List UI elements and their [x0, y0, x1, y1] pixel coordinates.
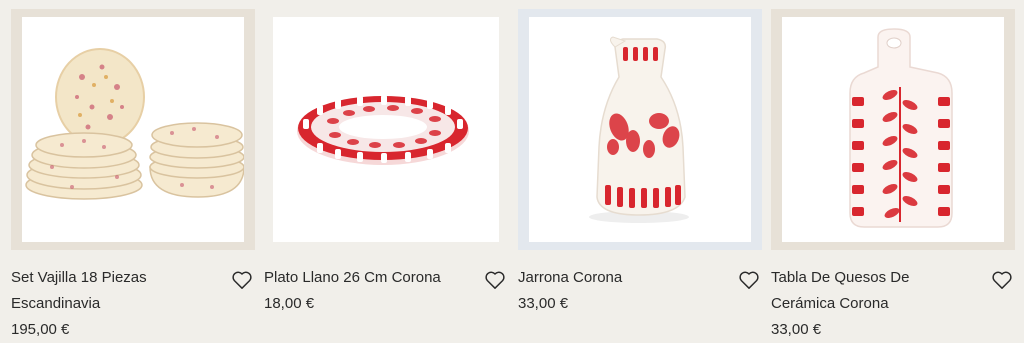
- product-title[interactable]: Jarrona Corona: [518, 265, 723, 291]
- product-image[interactable]: [529, 17, 751, 242]
- wishlist-heart-icon[interactable]: [991, 270, 1013, 290]
- heart-icon: [992, 271, 1012, 289]
- product-image-frame[interactable]: [264, 9, 508, 250]
- wishlist-heart-icon[interactable]: [738, 270, 760, 290]
- product-price: 33,00 €: [518, 295, 569, 312]
- product-image[interactable]: [273, 17, 499, 242]
- product-title[interactable]: Tabla De Quesos De Cerámica Corona: [771, 265, 976, 317]
- product-image-frame[interactable]: [771, 9, 1015, 250]
- cheese-board-image: [782, 17, 1004, 242]
- product-card[interactable]: Jarrona Corona 33,00 €: [518, 9, 762, 343]
- product-card[interactable]: Tabla De Quesos De Cerámica Corona 33,00…: [771, 9, 1015, 343]
- wishlist-heart-icon[interactable]: [231, 270, 253, 290]
- product-card[interactable]: Set Vajilla 18 Piezas Escandinavia 195,0…: [11, 9, 255, 343]
- product-title[interactable]: Plato Llano 26 Cm Corona: [264, 265, 469, 291]
- product-image[interactable]: [22, 17, 244, 242]
- product-grid: Set Vajilla 18 Piezas Escandinavia 195,0…: [0, 0, 1024, 343]
- product-price: 195,00 €: [11, 321, 70, 338]
- product-image-frame[interactable]: [11, 9, 255, 250]
- heart-icon: [739, 271, 759, 289]
- heart-icon: [232, 271, 252, 289]
- product-title[interactable]: Set Vajilla 18 Piezas Escandinavia: [11, 265, 216, 317]
- jug-image: [529, 17, 751, 242]
- dinnerware-set-image: [22, 17, 244, 242]
- heart-icon: [485, 271, 505, 289]
- wishlist-heart-icon[interactable]: [484, 270, 506, 290]
- product-price: 18,00 €: [264, 295, 315, 312]
- product-price: 33,00 €: [771, 321, 822, 338]
- product-image[interactable]: [782, 17, 1004, 242]
- product-card[interactable]: Plato Llano 26 Cm Corona 18,00 €: [264, 9, 508, 343]
- plate-image: [273, 17, 495, 242]
- product-image-frame[interactable]: [518, 9, 762, 250]
